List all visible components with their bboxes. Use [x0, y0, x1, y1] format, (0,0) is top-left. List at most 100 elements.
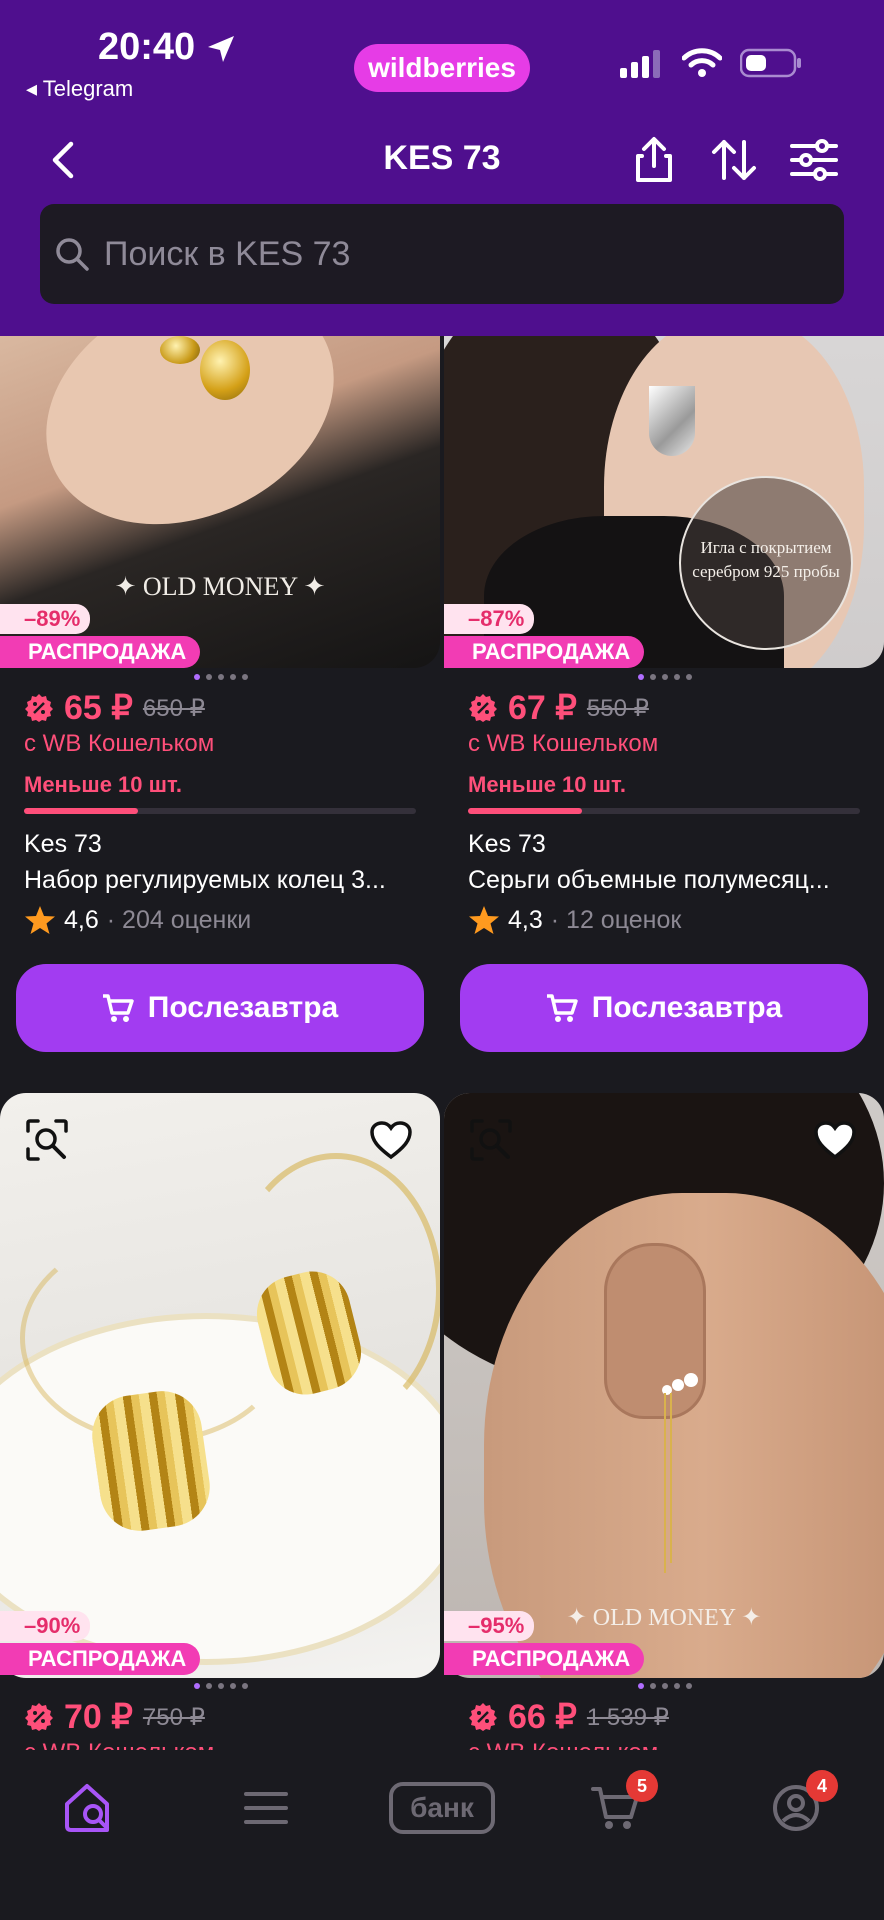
old-price: 650 ₽: [142, 694, 205, 722]
tab-cart[interactable]: 5: [576, 1770, 658, 1840]
earring-shape: [649, 386, 695, 456]
search-input[interactable]: [90, 233, 844, 275]
favorite-button[interactable]: [812, 1117, 858, 1163]
filter-button[interactable]: [790, 136, 838, 184]
back-to-app-link[interactable]: ◂ Telegram: [26, 76, 133, 102]
wallet-note: с WB Кошельком: [468, 730, 659, 757]
cart-badge: 5: [626, 1770, 658, 1802]
favorite-button[interactable]: [368, 1117, 414, 1163]
ring-shape: [160, 336, 200, 364]
ear-shape: [604, 1243, 706, 1419]
old-price: 1 539 ₽: [586, 1703, 669, 1731]
chain-shape: [664, 1393, 666, 1573]
product-title[interactable]: Набор регулируемых колец 3...: [24, 866, 424, 895]
reviews-count: · 204 оценки: [106, 905, 252, 934]
tab-profile[interactable]: 4: [756, 1770, 838, 1840]
profile-badge: 4: [806, 1770, 838, 1802]
cart-icon: [546, 994, 578, 1022]
nav-bar: KES 73: [0, 130, 884, 186]
sale-badge: РАСПРОДАЖА: [444, 636, 645, 668]
stock-bar: [468, 808, 860, 814]
image-caption: Игла с покрытием серебром 925 пробы: [692, 538, 840, 581]
rating-value: 4,6: [64, 905, 99, 934]
price: 65 ₽: [64, 689, 133, 727]
tab-bank[interactable]: банк: [388, 1776, 496, 1840]
price: 67 ₽: [508, 689, 577, 727]
stock-fill: [468, 808, 582, 814]
wallet-discount-icon: [469, 1703, 497, 1731]
stock-fill: [24, 808, 138, 814]
product-card[interactable]: Игла с покрытием серебром 925 пробы –87%…: [444, 336, 884, 1056]
bank-label: банк: [389, 1782, 495, 1834]
sale-badge: РАСПРОДАЖА: [0, 636, 201, 668]
product-brand: Kes 73: [468, 830, 546, 858]
cart-icon: [102, 994, 134, 1022]
wallet-discount-icon: [25, 694, 53, 722]
search-icon: [56, 238, 89, 271]
rating-row: 4,3 · 12 оценок: [468, 904, 681, 936]
discount-badge: –90%: [0, 1611, 91, 1641]
price-row: 67 ₽ 550 ₽: [468, 688, 649, 728]
sale-badge: РАСПРОДАЖА: [444, 1643, 645, 1675]
visual-search-icon: [470, 1119, 512, 1161]
image-pager: [638, 674, 692, 680]
stock-bar: [24, 808, 416, 814]
image-pager: [194, 1683, 248, 1689]
product-brand: Kes 73: [24, 830, 102, 858]
star-icon: [25, 906, 55, 934]
star-icon: [469, 906, 499, 934]
rating-value: 4,3: [508, 905, 543, 934]
product-image[interactable]: ✦ OLD MONEY ✦: [444, 1093, 884, 1678]
discount-badge: –87%: [444, 604, 535, 634]
product-card[interactable]: ✦ OLD MONEY ✦ –95% РАСПРОДАЖА 66 ₽ 1 539…: [444, 1093, 884, 1753]
product-title[interactable]: Серьги объемные полумесяц...: [468, 866, 864, 895]
home-search-icon: [65, 1784, 109, 1832]
share-button[interactable]: [630, 136, 678, 184]
price-row: 65 ₽ 650 ₽: [24, 688, 205, 728]
visual-search-button[interactable]: [468, 1117, 514, 1163]
sort-icon: [712, 140, 756, 180]
battery-icon: [740, 48, 801, 78]
price-row: 70 ₽ 750 ₽: [24, 1697, 205, 1737]
add-to-cart-button[interactable]: Послезавтра: [16, 964, 424, 1052]
discount-badge: –89%: [0, 604, 91, 634]
product-card[interactable]: –90% РАСПРОДАЖА 70 ₽ 750 ₽ с WB Кошелько…: [0, 1093, 442, 1753]
price: 66 ₽: [508, 1698, 577, 1736]
price: 70 ₽: [64, 1698, 133, 1736]
wallet-discount-icon: [25, 1703, 53, 1731]
add-to-cart-label: Послезавтра: [147, 991, 339, 1024]
pearl-shape: [684, 1373, 698, 1387]
brand-logo: wildberries: [354, 44, 530, 92]
image-pager: [194, 674, 248, 680]
hand-shape: [7, 336, 373, 570]
rating-row: 4,6 · 204 оценки: [24, 904, 251, 936]
sort-button[interactable]: [710, 136, 758, 184]
sale-badge: РАСПРОДАЖА: [0, 1643, 201, 1675]
tab-home[interactable]: [50, 1776, 130, 1840]
old-price: 550 ₽: [586, 694, 649, 722]
app-header: 20:40 ◂ Telegram wildberries KES 73: [0, 0, 884, 336]
status-time: 20:40: [98, 26, 196, 68]
search-bar[interactable]: [40, 204, 844, 304]
image-pager: [638, 1683, 692, 1689]
stock-note: Меньше 10 шт.: [24, 772, 182, 797]
old-price: 750 ₽: [142, 1703, 205, 1731]
tab-catalog[interactable]: [226, 1776, 306, 1840]
coating-badge: Игла с покрытием серебром 925 пробы: [679, 476, 853, 650]
add-to-cart-button[interactable]: Послезавтра: [460, 964, 868, 1052]
price-row: 66 ₽ 1 539 ₽: [468, 1697, 669, 1737]
wallet-note: с WB Кошельком: [24, 730, 215, 757]
share-icon: [636, 137, 672, 182]
ring-shape: [200, 340, 250, 400]
discount-badge: –95%: [444, 1611, 535, 1641]
stock-note: Меньше 10 шт.: [468, 772, 626, 797]
menu-icon: [244, 1792, 288, 1824]
chain-shape: [670, 1393, 672, 1563]
product-image[interactable]: [0, 1093, 440, 1678]
pearl-shape: [672, 1379, 684, 1391]
product-card[interactable]: ✦ OLD MONEY ✦ –89% РАСПРОДАЖА 65 ₽ 650 ₽…: [0, 336, 442, 1056]
image-caption: ✦ OLD MONEY ✦: [114, 572, 326, 601]
status-icons: [620, 48, 802, 78]
visual-search-button[interactable]: [24, 1117, 70, 1163]
visual-search-icon: [26, 1119, 68, 1161]
